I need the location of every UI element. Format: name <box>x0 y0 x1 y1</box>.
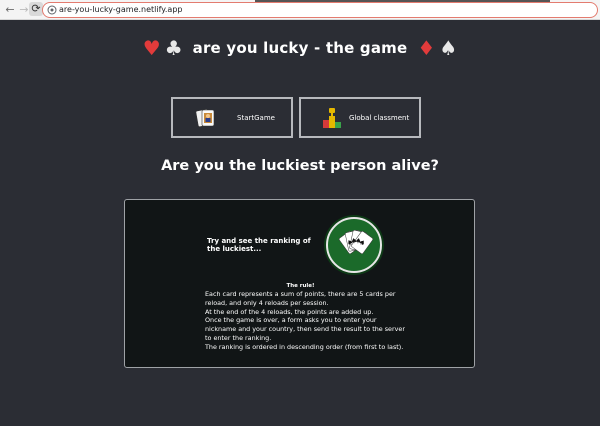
rule-line: Once the game is over, a form asks you t… <box>205 316 405 342</box>
rule-line: The ranking is ordered in descending ord… <box>205 342 404 351</box>
back-icon[interactable]: ← <box>3 3 17 17</box>
rule-line: Each card represents a sum of points, th… <box>205 290 396 307</box>
rule-line: At the end of the 4 reloads, the points … <box>205 307 374 316</box>
page-title: ♥ ♣ are you lucky - the game ♦ ♠ <box>0 36 600 60</box>
browser-toolbar: ← → ⟳ are-you-lucky-game.netlify.app <box>0 0 600 20</box>
spade-suit-icon: ♠ <box>439 36 458 60</box>
global-ranking-button[interactable]: Global classment <box>299 97 421 138</box>
rule-title: The rule! <box>286 283 315 289</box>
podium-icon <box>323 107 341 128</box>
main-headline: Are you the luckiest person alive? <box>161 158 439 174</box>
club-suit-icon: ♣ <box>164 36 183 60</box>
cards-fan-icon: ♠ ♠ ♠ ♠ <box>326 217 382 273</box>
reload-icon[interactable]: ⟳ <box>29 2 43 16</box>
playing-card-icon <box>195 108 215 127</box>
rules-text: Each card represents a sum of points, th… <box>205 290 405 352</box>
title-text: are you lucky - the game <box>192 39 408 57</box>
panel-tagline: Try and see the ranking of the luckiest.… <box>207 237 311 253</box>
global-ranking-label: Global classment <box>349 113 410 122</box>
address-url: are-you-lucky-game.netlify.app <box>59 5 183 14</box>
start-game-button[interactable]: StartGame <box>171 97 293 138</box>
heart-suit-icon: ♥ <box>142 36 161 60</box>
start-game-label: StartGame <box>237 113 275 122</box>
cards-fan-graphic: ♠ ♠ ♠ ♠ <box>338 230 374 254</box>
info-panel: Try and see the ranking of the luckiest.… <box>124 199 475 368</box>
lock-icon <box>47 5 57 15</box>
diamond-suit-icon: ♦ <box>417 36 436 60</box>
address-bar[interactable]: are-you-lucky-game.netlify.app <box>42 2 598 18</box>
